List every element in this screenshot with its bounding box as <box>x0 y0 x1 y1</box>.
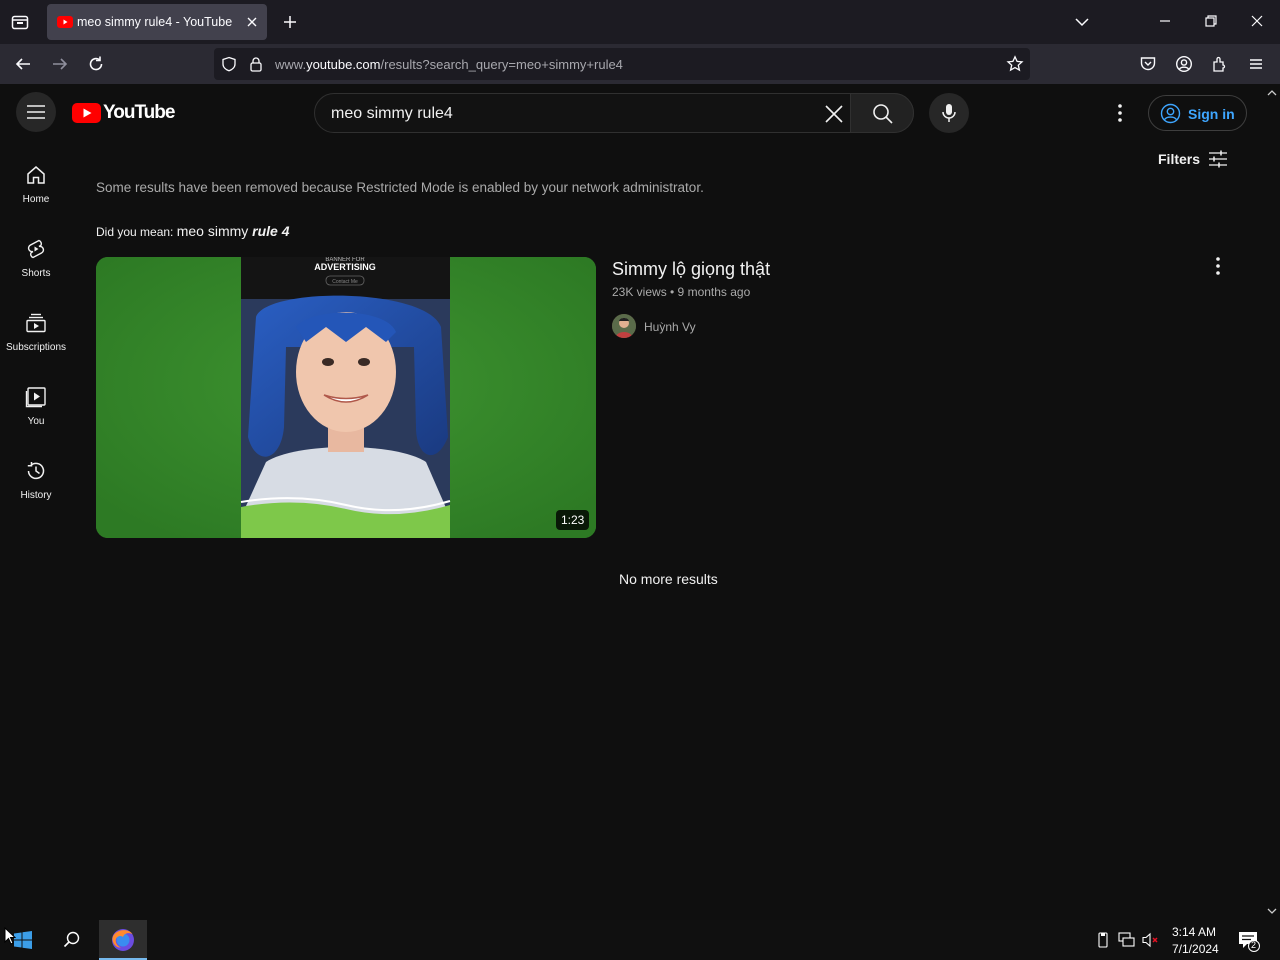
lock-icon[interactable] <box>249 56 263 72</box>
filter-sliders-icon <box>1208 149 1228 169</box>
video-duration-badge: 1:23 <box>556 510 590 530</box>
did-you-mean-label: Did you mean: <box>96 225 174 239</box>
microphone-icon <box>940 102 958 124</box>
volume-muted-icon[interactable] <box>1142 932 1160 948</box>
sidebar-item-label: History <box>20 490 52 501</box>
clock-date[interactable]: 7/1/2024 <box>1172 942 1219 956</box>
windows-taskbar: 2 <box>0 920 1280 960</box>
sidebar-item-shorts[interactable]: Shorts <box>0 238 72 312</box>
taskbar-search-icon[interactable] <box>62 930 82 950</box>
notification-count: 2 <box>1251 940 1257 950</box>
sidebar-item-label: You <box>27 416 45 427</box>
network-icon[interactable] <box>1118 932 1136 948</box>
shorts-icon <box>25 238 47 260</box>
channel-avatar[interactable] <box>612 314 636 338</box>
scroll-down-arrow-icon[interactable] <box>1265 904 1279 918</box>
taskbar-firefox-button[interactable] <box>99 920 147 960</box>
youtube-play-logo-icon <box>72 103 101 123</box>
close-tab-icon[interactable] <box>245 15 259 29</box>
tracking-protection-icon[interactable] <box>221 56 237 72</box>
did-you-mean: Did you mean: meo simmy rule 4 <box>96 223 290 239</box>
bookmark-star-icon[interactable] <box>1006 55 1024 73</box>
sign-in-label: Sign in <box>1188 106 1235 122</box>
account-icon[interactable] <box>1175 55 1193 73</box>
sidebar-item-you[interactable]: You <box>0 386 72 460</box>
tab-list-icon[interactable] <box>10 12 30 32</box>
you-icon <box>25 386 47 408</box>
mouse-cursor-icon <box>4 927 16 945</box>
forward-icon[interactable] <box>51 55 69 73</box>
video-metadata: 23K views • 9 months ago <box>612 285 751 299</box>
close-window-icon[interactable] <box>1250 14 1264 28</box>
start-button[interactable] <box>0 920 48 960</box>
channel-name-link[interactable]: Huỳnh Vy <box>644 320 696 334</box>
youtube-logo-text: YouTube <box>103 102 175 123</box>
search-query-text: meo simmy rule4 <box>331 105 453 122</box>
suggestion-link[interactable]: meo simmy rule 4 <box>177 223 290 239</box>
search-icon <box>872 103 894 125</box>
video-title-link[interactable]: Simmy lộ giọng thật <box>612 259 770 280</box>
reload-icon[interactable] <box>87 55 105 73</box>
address-bar[interactable]: www.youtube.com/results?search_query=meo… <box>214 48 1030 80</box>
video-action-menu-icon[interactable] <box>1208 255 1228 277</box>
sidebar-item-label: Subscriptions <box>5 342 67 353</box>
sidebar-item-label: Shorts <box>21 268 51 279</box>
scroll-up-arrow-icon[interactable] <box>1265 86 1279 100</box>
search-input[interactable]: meo simmy rule4 <box>314 93 914 133</box>
url-text[interactable]: www.youtube.com/results?search_query=meo… <box>275 57 623 72</box>
youtube-favicon-icon <box>57 16 73 28</box>
restricted-mode-notice: Some results have been removed because R… <box>96 180 704 195</box>
hamburger-icon <box>26 102 46 122</box>
browser-tab-active[interactable]: meo simmy rule4 - YouTube <box>47 4 267 40</box>
history-icon <box>25 460 47 482</box>
sidebar-item-subscriptions[interactable]: Subscriptions <box>0 312 72 386</box>
new-tab-icon[interactable] <box>282 14 298 30</box>
windows-logo-icon <box>14 931 32 949</box>
sign-in-button[interactable]: Sign in <box>1148 95 1247 131</box>
minimize-icon[interactable] <box>1158 14 1172 28</box>
usb-device-icon[interactable] <box>1096 932 1110 948</box>
guide-menu-button[interactable] <box>16 92 56 132</box>
filters-label: Filters <box>1158 151 1201 167</box>
restore-icon[interactable] <box>1204 14 1218 28</box>
sidebar-item-home[interactable]: Home <box>0 164 72 238</box>
search-button[interactable] <box>850 93 914 133</box>
firefox-icon <box>111 928 135 952</box>
tab-title: meo simmy rule4 - YouTube <box>77 15 233 29</box>
notification-center-icon[interactable]: 2 <box>1238 930 1260 952</box>
browser-tab-bar: meo simmy rule4 - YouTube <box>0 0 1280 44</box>
sidebar-item-label: Home <box>22 194 50 205</box>
settings-kebab-icon[interactable] <box>1110 102 1130 124</box>
thumbnail-image: BANNER FOR ADVERTISING Contact Me <box>96 257 596 538</box>
user-circle-icon <box>1160 103 1181 124</box>
thumbnail-banner-button: Contact Me <box>332 279 358 285</box>
back-icon[interactable] <box>14 55 32 73</box>
filters-button[interactable]: Filters <box>1150 144 1234 174</box>
clock-time[interactable]: 3:14 AM <box>1172 925 1216 939</box>
pocket-icon[interactable] <box>1139 55 1157 73</box>
voice-search-button[interactable] <box>929 93 969 133</box>
video-thumbnail[interactable]: BANNER FOR ADVERTISING Contact Me <box>96 257 596 538</box>
extensions-icon[interactable] <box>1211 55 1229 73</box>
app-menu-icon[interactable] <box>1247 55 1265 73</box>
clear-search-icon[interactable] <box>823 103 845 125</box>
thumbnail-banner-large: ADVERTISING <box>314 262 376 272</box>
subscriptions-icon <box>25 312 47 334</box>
home-icon <box>25 164 47 186</box>
list-all-tabs-icon[interactable] <box>1074 14 1090 30</box>
youtube-logo[interactable]: YouTube <box>72 101 175 125</box>
no-more-results-text: No more results <box>619 571 718 587</box>
sidebar-item-history[interactable]: History <box>0 460 72 534</box>
